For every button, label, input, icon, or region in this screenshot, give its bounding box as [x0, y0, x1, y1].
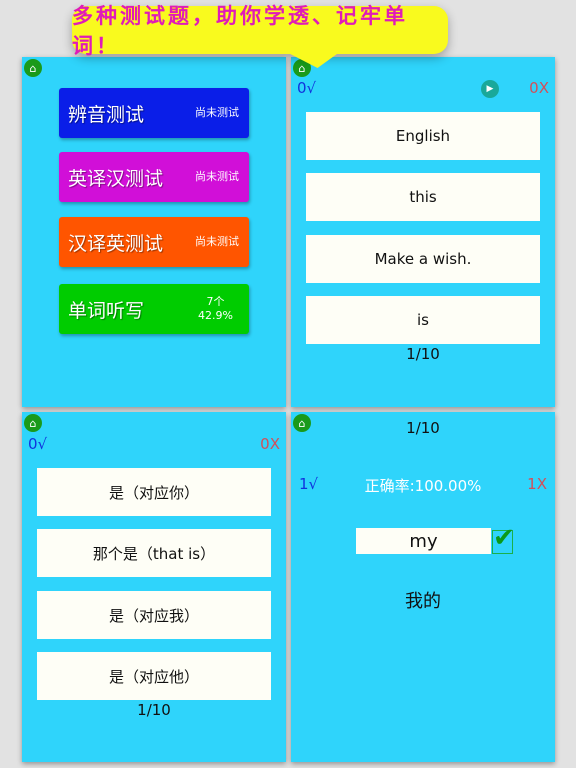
home-icon[interactable]: ⌂ [24, 414, 42, 432]
en-cn-test-button[interactable]: 英译汉测试 尚未测试 [59, 152, 249, 202]
correct-count: 0√ [28, 435, 48, 453]
option[interactable]: 是（对应他） [37, 652, 271, 700]
option[interactable]: 那个是（that is） [37, 529, 271, 577]
dictation-button[interactable]: 单词听写 7个 42.9% [59, 284, 249, 334]
score-percent: 42.9% [198, 309, 233, 322]
option[interactable]: 是（对应我） [37, 591, 271, 639]
answer-input[interactable]: my [356, 528, 491, 554]
promo-banner: 多种测试题，助你学透、记牢单词！ [72, 3, 448, 58]
button-label: 单词听写 [68, 299, 145, 322]
home-icon[interactable]: ⌂ [24, 59, 42, 77]
menu-panel: ⌂ 辨音测试 尚未测试 英译汉测试 尚未测试 汉译英测试 尚未测试 单词听写 7个 42.… [22, 57, 286, 407]
phonics-test-button[interactable]: 辨音测试 尚未测试 [59, 88, 249, 138]
play-icon[interactable]: ▶ [481, 80, 499, 98]
option[interactable]: is [306, 296, 540, 344]
word-meaning: 我的 [405, 591, 441, 612]
option[interactable]: Make a wish. [306, 235, 540, 283]
quiz-panel-2: ⌂ 0√ 0X 是（对应你） 那个是（that is） 是（对应我） 是（对应他… [22, 412, 286, 762]
progress: 1/10 [406, 419, 440, 437]
dictation-panel: ⌂ 1/10 1√ 正确率:100.00% 1X my ✔ 我的 [291, 412, 555, 762]
accuracy: 正确率:100.00% [364, 477, 482, 495]
quiz-panel-1: ⌂ 0√ ▶ 0X English this Make a wish. is 1… [291, 57, 555, 407]
option[interactable]: English [306, 112, 540, 160]
progress: 1/10 [137, 701, 171, 719]
button-status: 尚未测试 [195, 235, 239, 248]
wrong-count: 0X [529, 79, 549, 97]
option[interactable]: 是（对应你） [37, 468, 271, 516]
button-label: 汉译英测试 [68, 232, 164, 255]
cn-en-test-button[interactable]: 汉译英测试 尚未测试 [59, 217, 249, 267]
wrong-count: 0X [260, 435, 280, 453]
wrong-count: 1X [527, 475, 547, 493]
progress: 1/10 [406, 345, 440, 363]
check-icon: ✔ [492, 523, 515, 554]
button-status: 尚未测试 [195, 170, 239, 183]
correct-count: 0√ [297, 79, 317, 97]
option[interactable]: this [306, 173, 540, 221]
word-count: 7个 [206, 295, 225, 308]
button-status: 尚未测试 [195, 106, 239, 119]
button-label: 英译汉测试 [68, 167, 164, 190]
button-label: 辨音测试 [68, 103, 145, 126]
